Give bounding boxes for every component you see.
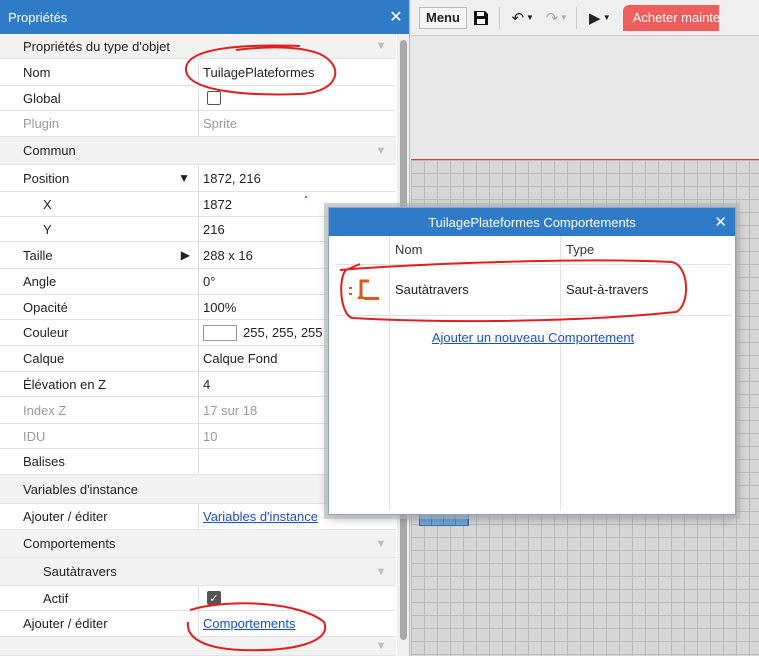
prop-label: X <box>43 196 52 212</box>
chevron-down-icon[interactable]: ▼ <box>366 566 396 578</box>
prop-label: IDU <box>23 428 46 444</box>
section-common[interactable]: Commun ▼ <box>0 137 396 165</box>
prop-label: Ajouter / éditer <box>23 509 108 524</box>
chevron-down-icon[interactable]: ▼ <box>366 640 396 652</box>
section-label: Propriétés du type d'objet <box>23 38 171 54</box>
buy-button[interactable]: Acheter maintenant <box>622 4 719 31</box>
close-icon[interactable]: ✕ <box>714 213 727 231</box>
color-swatch[interactable] <box>203 324 237 341</box>
prop-label: Plugin <box>23 116 60 131</box>
prop-label: Index Z <box>23 402 67 418</box>
instance-variables-link[interactable]: Variables d'instance <box>203 509 318 524</box>
prop-label: Global <box>23 90 61 106</box>
menu-button[interactable]: Menu <box>419 6 467 29</box>
expand-triangle-icon[interactable]: ▶ <box>181 248 190 262</box>
jump-thru-behavior-icon <box>349 279 379 300</box>
properties-header: Propriétés ✕ <box>0 0 409 34</box>
behaviors-dialog: TuilagePlateformes Comportements ✕ Nom T… <box>328 207 736 515</box>
section-next[interactable]: ▼ <box>0 637 396 656</box>
section-label: Comportements <box>23 536 116 551</box>
chevron-down-icon[interactable]: ▼ <box>366 538 396 550</box>
section-behavior-sautatravers[interactable]: Sautàtravers ▼ <box>0 558 396 586</box>
prop-row-global: Global <box>0 86 396 111</box>
prop-label: Taille <box>23 247 53 263</box>
prop-label: Position <box>23 170 70 186</box>
behaviors-link[interactable]: Comportements <box>203 616 295 631</box>
global-checkbox[interactable] <box>207 91 221 105</box>
section-object-type[interactable]: Propriétés du type d'objet ▼ <box>0 34 396 59</box>
save-icon[interactable] <box>467 6 495 30</box>
prop-label: Y <box>43 221 52 237</box>
tiled-platform-object[interactable] <box>419 514 469 526</box>
prop-row-position: Position ▼ 1872, 216 <box>0 165 396 192</box>
properties-title: Propriétés <box>8 9 68 25</box>
redo-caret-icon[interactable]: ▼ <box>560 13 568 22</box>
prop-value: Sprite <box>198 111 396 136</box>
section-label: Sautàtravers <box>43 564 117 579</box>
prop-label: Nom <box>23 64 51 80</box>
prop-row-add-edit-behaviors: Ajouter / éditer Comportements <box>0 611 396 637</box>
play-caret-icon[interactable]: ▼ <box>603 13 611 22</box>
prop-label: Opacité <box>23 299 68 315</box>
prop-row-plugin: Plugin Sprite <box>0 111 396 137</box>
name-field[interactable]: TuilagePlateformes <box>198 59 396 85</box>
behavior-type: Saut-à-travers <box>566 282 649 297</box>
prop-row-name: Nom TuilagePlateformes <box>0 59 396 86</box>
prop-label: Élévation en Z <box>23 376 107 392</box>
section-behaviors[interactable]: Comportements ▼ <box>0 530 396 558</box>
prop-label: Ajouter / éditer <box>23 616 108 631</box>
column-header-name[interactable]: Nom <box>395 236 422 264</box>
behaviors-table: Nom Type Sautàtravers Saut-à-travers Ajo… <box>335 236 731 510</box>
column-header-type[interactable]: Type <box>566 236 594 264</box>
add-behavior-link[interactable]: Ajouter un nouveau Comportement <box>432 330 634 345</box>
color-value: 255, 255, 255 <box>243 325 323 340</box>
dialog-header: TuilagePlateformes Comportements ✕ <box>329 208 735 236</box>
layout-border-line <box>411 159 759 160</box>
active-checkbox[interactable]: ✓ <box>207 591 221 605</box>
position-field[interactable]: 1872, 216 <box>198 165 396 191</box>
prop-label: Actif <box>43 590 69 606</box>
collapse-triangle-icon[interactable]: ▼ <box>178 171 190 185</box>
dialog-title: TuilagePlateformes Comportements <box>428 214 636 230</box>
chevron-down-icon[interactable]: ▼ <box>366 40 396 52</box>
chevron-down-icon[interactable]: ▼ <box>366 145 396 157</box>
toolbar: Menu ↶▼ ↷▼ ▶▼ Acheter maintenant <box>411 0 759 36</box>
prop-label: Balises <box>23 454 65 469</box>
prop-label: Couleur <box>23 325 69 340</box>
close-icon[interactable]: ✕ <box>383 7 409 27</box>
behavior-name: Sautàtravers <box>395 282 469 297</box>
undo-caret-icon[interactable]: ▼ <box>526 13 534 22</box>
prop-label: Angle <box>23 274 57 289</box>
prop-row-active: Actif ✓ <box>0 586 396 611</box>
section-label: Commun <box>23 143 76 158</box>
table-row[interactable]: Sautàtravers Saut-à-travers <box>335 265 731 315</box>
prop-label: Calque <box>23 351 65 366</box>
